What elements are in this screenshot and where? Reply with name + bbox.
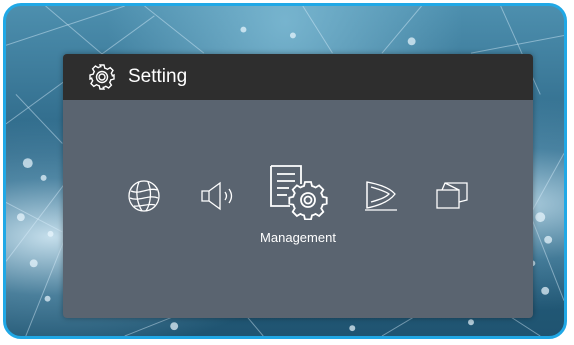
- settings-panel: Setting Management: [63, 54, 533, 318]
- display-icon[interactable]: [363, 178, 399, 212]
- page-title: Setting: [128, 66, 188, 87]
- screen-frame: Setting Management: [3, 3, 567, 339]
- screen-adjust-icon[interactable]: [434, 180, 470, 212]
- speaker-icon[interactable]: [200, 180, 238, 212]
- management-icon[interactable]: [268, 164, 328, 220]
- selected-item-label: Management: [260, 230, 336, 245]
- gear-icon: [87, 62, 117, 92]
- panel-header: Setting: [63, 54, 533, 100]
- settings-menu: [63, 164, 533, 224]
- globe-icon[interactable]: [127, 179, 161, 213]
